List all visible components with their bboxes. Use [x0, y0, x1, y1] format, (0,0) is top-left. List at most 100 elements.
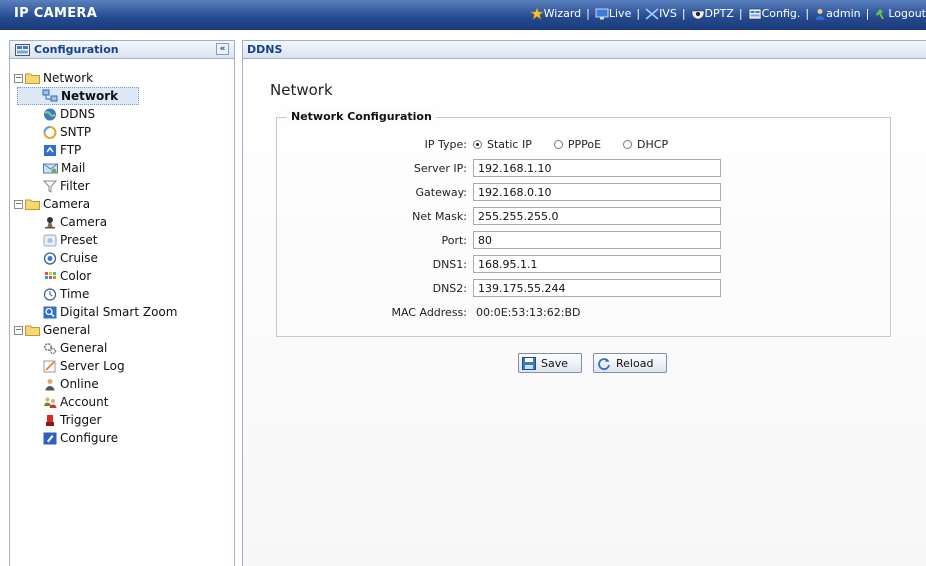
sidebar-item-online[interactable]: Online	[43, 375, 99, 393]
ivs-icon	[645, 7, 659, 20]
server-ip-row: Server IP:	[277, 158, 890, 178]
dns2-label: DNS2:	[432, 281, 467, 295]
radio-static-ip[interactable]: Static IP	[473, 138, 532, 151]
dns1-row: DNS1:	[277, 254, 890, 274]
ip-type-radio-group: Static IP PPPoE DHCP	[473, 138, 690, 151]
tree-folder-camera[interactable]: − Camera	[14, 195, 90, 213]
collapse-toggle-icon[interactable]: −	[14, 199, 23, 209]
dns1-input[interactable]	[473, 255, 721, 273]
sidebar-item-digital-smart-zoom[interactable]: Digital Smart Zoom	[43, 303, 177, 321]
sidebar-item-filter[interactable]: Filter	[43, 177, 90, 195]
configure-icon	[43, 432, 57, 444]
sidebar-item-cruise[interactable]: Cruise	[43, 249, 98, 267]
config-icon	[748, 8, 761, 19]
ddns-icon	[44, 108, 56, 120]
wizard-icon	[529, 7, 544, 20]
sidebar-item-mail[interactable]: Mail	[43, 159, 85, 177]
tree-folder-general[interactable]: − General	[14, 321, 90, 339]
folder-icon	[25, 73, 40, 84]
collapse-sidebar-button[interactable]: «	[216, 43, 229, 55]
radio-dhcp[interactable]: DHCP	[623, 138, 668, 151]
sidebar-item-trigger[interactable]: Trigger	[43, 411, 101, 429]
sidebar-item-sntp[interactable]: SNTP	[43, 123, 91, 141]
gateway-label: Gateway:	[415, 185, 468, 199]
logout-icon	[876, 8, 885, 19]
sidebar-item-general[interactable]: General	[43, 339, 107, 357]
sidebar-header: Configuration «	[9, 40, 235, 59]
time-icon	[43, 287, 57, 301]
sidebar-title: Configuration	[34, 43, 119, 56]
folder-icon	[25, 199, 40, 210]
nav-config[interactable]: Config.	[748, 7, 800, 20]
collapse-toggle-icon[interactable]: −	[14, 325, 23, 335]
port-row: Port:	[277, 230, 890, 250]
network-icon	[42, 89, 58, 102]
sidebar-item-ftp[interactable]: FTP	[43, 141, 81, 159]
nav-logout[interactable]: Logout	[874, 7, 926, 20]
reload-icon	[598, 357, 610, 370]
sntp-icon	[43, 125, 57, 139]
cruise-icon	[43, 251, 57, 265]
camera-dome-icon	[691, 10, 704, 19]
folder-icon	[25, 325, 40, 336]
filter-icon	[43, 180, 57, 193]
nav-live[interactable]: Live	[595, 7, 631, 20]
configuration-icon	[15, 44, 30, 56]
nav-ivs[interactable]: IVS	[645, 7, 677, 20]
port-input[interactable]	[473, 231, 721, 249]
radio-pppoe[interactable]: PPPoE	[553, 138, 601, 151]
account-icon	[44, 397, 57, 408]
dns2-row: DNS2:	[277, 278, 890, 298]
monitor-icon	[595, 8, 609, 19]
gateway-row: Gateway:	[277, 182, 890, 202]
top-bar: IP CAMERA Wizard | Live | IVS | DPTZ | C…	[0, 0, 926, 30]
net-mask-row: Net Mask:	[277, 206, 890, 226]
nav-dptz[interactable]: DPTZ	[691, 7, 734, 20]
mac-address-label: MAC Address:	[391, 305, 467, 319]
sidebar-item-network[interactable]: Network	[17, 87, 139, 105]
page-title: Network	[270, 81, 333, 99]
camera-icon	[45, 216, 55, 228]
log-icon	[43, 360, 56, 372]
sidebar-item-color[interactable]: Color	[43, 267, 91, 285]
sidebar-item-configure[interactable]: Configure	[43, 429, 118, 447]
content-header: DDNS	[242, 40, 926, 59]
nav-admin[interactable]: admin	[814, 7, 861, 20]
mac-address-row: MAC Address: 00:0E:53:13:62:BD	[277, 302, 890, 322]
nav-wizard[interactable]: Wizard	[529, 7, 581, 20]
net-mask-label: Net Mask:	[412, 209, 467, 223]
gateway-input[interactable]	[473, 183, 721, 201]
ip-type-row: IP Type: Static IP PPPoE DHCP	[277, 134, 890, 154]
mac-address-value: 00:0E:53:13:62:BD	[476, 305, 581, 319]
net-mask-input[interactable]	[473, 207, 721, 225]
sidebar-item-ddns[interactable]: DDNS	[43, 105, 95, 123]
dns2-input[interactable]	[473, 279, 721, 297]
sidebar-item-server-log[interactable]: Server Log	[43, 357, 125, 375]
sidebar-item-time[interactable]: Time	[43, 285, 89, 303]
ftp-icon	[44, 144, 56, 156]
top-nav: Wizard | Live | IVS | DPTZ | Config. | a…	[529, 7, 926, 20]
collapse-toggle-icon[interactable]: −	[14, 73, 23, 83]
tree-folder-network[interactable]: − Network	[14, 69, 93, 87]
mail-icon	[43, 163, 58, 174]
trigger-icon	[46, 414, 54, 426]
user-icon	[815, 8, 825, 20]
sidebar: − Network Network DDNS SNTP FTP Mail Fil…	[9, 59, 235, 566]
server-ip-input[interactable]	[473, 159, 721, 177]
radio-button[interactable]	[623, 139, 633, 149]
network-configuration-group: Network Configuration IP Type: Static IP…	[276, 110, 891, 337]
sidebar-item-account[interactable]: Account	[43, 393, 108, 411]
preset-icon	[43, 234, 57, 246]
port-label: Port:	[441, 233, 467, 247]
ip-type-label: IP Type:	[424, 137, 467, 151]
content-header-title: DDNS	[247, 43, 283, 56]
reload-button[interactable]: Reload	[593, 353, 667, 373]
sidebar-item-camera[interactable]: Camera	[43, 213, 107, 231]
radio-button[interactable]	[553, 139, 563, 149]
zoom-icon	[43, 306, 57, 318]
sidebar-item-preset[interactable]: Preset	[43, 231, 97, 249]
dns1-label: DNS1:	[432, 257, 467, 271]
save-button[interactable]: Save	[518, 353, 582, 373]
radio-button-selected[interactable]	[473, 139, 482, 149]
color-icon	[45, 271, 56, 279]
